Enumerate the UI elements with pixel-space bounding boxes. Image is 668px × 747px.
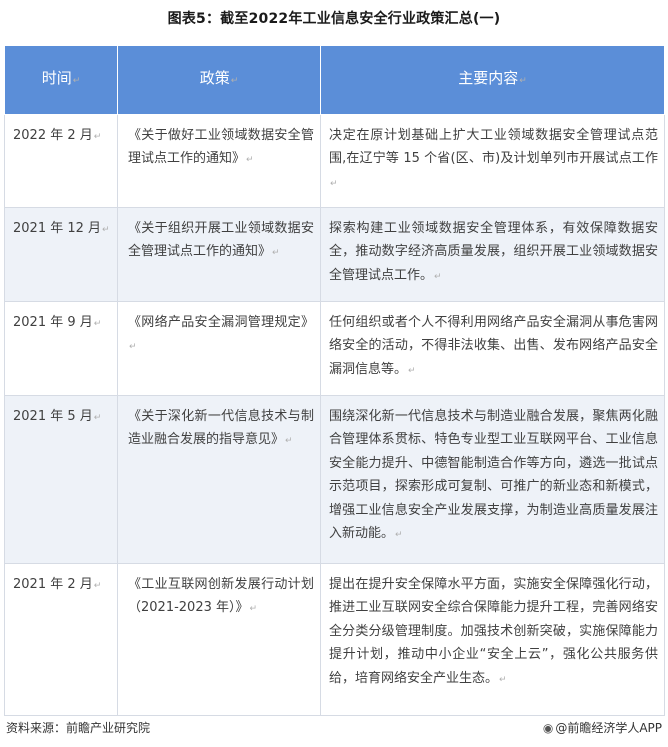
- cell-time: 2021 年 9 月↵: [4, 301, 118, 396]
- cell-content: 决定在原计划基础上扩大工业领域数据安全管理试点范围,在辽宁等 15 个省(区、市…: [320, 114, 665, 208]
- footer: 资料来源：前瞻产业研究院 ◉ @前瞻经济学人APP: [0, 719, 668, 741]
- paragraph-mark: ↵: [72, 75, 81, 86]
- cell-content: 任何组织或者个人不得利用网络产品安全漏洞从事危害网络安全的活动，不得非法收集、出…: [320, 301, 665, 396]
- table-row: 2021 年 2 月↵ 《工业互联网创新发展行动计划（2021-2023 年）》…: [4, 563, 665, 716]
- cell-policy: 《关于深化新一代信息技术与制造业融合发展的指导意见》↵: [117, 395, 321, 564]
- page-title: 图表5：截至2022年工业信息安全行业政策汇总(一): [167, 11, 501, 27]
- content-text: 任何组织或者个人不得利用网络产品安全漏洞从事危害网络安全的活动，不得非法收集、出…: [329, 315, 658, 377]
- cell-policy: 《网络产品安全漏洞管理规定》 ↵: [117, 301, 321, 396]
- paragraph-mark: ↵: [93, 319, 102, 329]
- header-time-label: 时间: [41, 68, 72, 87]
- cell-content: 提出在提升安全保障水平方面，实施安全保障强化行动，推进工业互联网安全综合保障能力…: [320, 563, 665, 716]
- content-text: 决定在原计划基础上扩大工业领域数据安全管理试点范围,在辽宁等 15 个省(区、市…: [329, 128, 658, 167]
- cell-time: 2021 年 5 月↵: [4, 395, 118, 564]
- content-text: 探索构建工业领域数据安全管理体系，有效保障数据安全，推动数字经济高质量发展，组织…: [329, 221, 658, 283]
- cell-content: 围绕深化新一代信息技术与制造业融合发展，聚焦两化融合管理体系贯标、特色专业型工业…: [320, 395, 665, 564]
- policy-text: 《关于组织开展工业领域数据安全管理试点工作的通知》: [128, 221, 314, 260]
- header-time: 时间↵: [4, 45, 118, 115]
- paragraph-mark: ↵: [499, 674, 507, 685]
- paragraph-mark: ↵: [434, 271, 442, 282]
- header-content-label: 主要内容: [458, 68, 519, 87]
- cell-time: 2021 年 12 月↵: [4, 207, 118, 302]
- brand-credit: ◉ @前瞻经济学人APP: [543, 719, 662, 736]
- paragraph-mark: ↵: [285, 436, 293, 447]
- cell-policy: 《关于组织开展工业领域数据安全管理试点工作的通知》↵: [117, 207, 321, 302]
- policy-text: 《网络产品安全漏洞管理规定》: [128, 315, 314, 330]
- header-content: 主要内容↵: [320, 45, 665, 115]
- paragraph-mark: ↵: [408, 365, 416, 376]
- paragraph-mark: ↵: [93, 413, 102, 423]
- time-text: 2021 年 12 月: [13, 221, 102, 236]
- time-text: 2022 年 2 月: [13, 128, 93, 143]
- policy-text: 《工业互联网创新发展行动计划（2021-2023 年）》: [128, 577, 314, 616]
- paragraph-mark: ↵: [93, 132, 102, 142]
- weibo-icon: ◉: [542, 721, 554, 735]
- table-row: 2021 年 12 月↵ 《关于组织开展工业领域数据安全管理试点工作的通知》↵ …: [4, 207, 665, 302]
- policy-text: 《关于做好工业领域数据安全管理试点工作的通知》: [128, 128, 314, 167]
- cell-time: 2022 年 2 月↵: [4, 114, 118, 208]
- cell-content: 探索构建工业领域数据安全管理体系，有效保障数据安全，推动数字经济高质量发展，组织…: [320, 207, 665, 302]
- time-text: 2021 年 9 月: [13, 315, 93, 330]
- paragraph-mark: ↵: [246, 155, 254, 166]
- header-policy: 政策↵: [117, 45, 321, 115]
- paragraph-mark: ↵: [395, 530, 403, 541]
- table-row: 2021 年 9 月↵ 《网络产品安全漏洞管理规定》↵ 任何组织或者个人不得利用…: [4, 301, 665, 396]
- paragraph-mark: ↵: [93, 581, 102, 591]
- cell-policy: 《关于做好工业领域数据安全管理试点工作的通知》↵: [117, 114, 321, 208]
- header-policy-label: 政策: [199, 68, 230, 87]
- content-text: 提出在提升安全保障水平方面，实施安全保障强化行动，推进工业互联网安全综合保障能力…: [329, 577, 658, 686]
- cell-time: 2021 年 2 月↵: [4, 563, 118, 716]
- paragraph-mark: ↵: [519, 75, 527, 86]
- table-row: 2021 年 5 月↵ 《关于深化新一代信息技术与制造业融合发展的指导意见》↵ …: [4, 395, 665, 564]
- policy-table: 时间↵ 政策↵ 主要内容↵ 2022 年 2 月↵ 《关于做好工业领域数据安全管…: [4, 45, 665, 716]
- paragraph-mark: ↵: [272, 248, 280, 259]
- paragraph-mark: ↵: [330, 178, 338, 189]
- table-row: 2022 年 2 月↵ 《关于做好工业领域数据安全管理试点工作的通知》↵ 决定在…: [4, 114, 665, 208]
- paragraph-mark: ↵: [249, 604, 258, 615]
- time-text: 2021 年 2 月: [13, 577, 93, 592]
- source-note: 资料来源：前瞻产业研究院: [6, 721, 151, 735]
- brand-label: @前瞻经济学人APP: [555, 721, 662, 735]
- paragraph-mark: ↵: [102, 225, 110, 235]
- paragraph-mark: ↵: [129, 342, 137, 353]
- content-text: 围绕深化新一代信息技术与制造业融合发展，聚焦两化融合管理体系贯标、特色专业型工业…: [329, 409, 658, 542]
- cell-policy: 《工业互联网创新发展行动计划（2021-2023 年）》↵: [117, 563, 321, 716]
- time-text: 2021 年 5 月: [13, 409, 93, 424]
- paragraph-mark: ↵: [230, 75, 239, 86]
- table-header-row: 时间↵ 政策↵ 主要内容↵: [4, 45, 665, 115]
